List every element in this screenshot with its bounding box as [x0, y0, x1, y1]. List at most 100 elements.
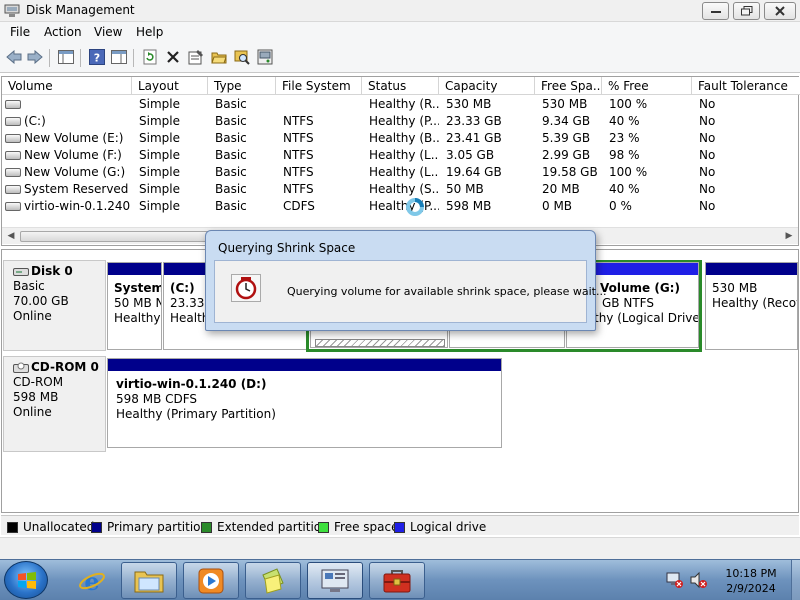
scroll-right-icon[interactable]: ▶: [783, 231, 795, 242]
disk-0-label[interactable]: Disk 0 Basic 70.00 GB Online: [3, 260, 106, 351]
volume-row[interactable]: Simple Basic Healthy (R... 530 MB 530 MB 100 …: [2, 96, 800, 113]
legend-label: Unallocated: [23, 520, 95, 534]
partition-system-reserved[interactable]: System 50 MB N Healthy: [107, 262, 162, 350]
menu-view[interactable]: View: [94, 25, 122, 39]
disk-type: Basic: [13, 279, 45, 293]
network-tray-icon[interactable]: [666, 571, 684, 589]
partition-status: Healthy (Primary Partition): [116, 407, 276, 421]
properties-button[interactable]: [187, 48, 205, 66]
cell-volume: (C:): [24, 114, 46, 128]
delete-x-icon: [167, 51, 179, 63]
sticky-notes-icon: [262, 567, 284, 594]
cdrom-0-label[interactable]: CD-ROM 0 CD-ROM 598 MB Online: [3, 356, 106, 452]
legend-swatch: [91, 521, 102, 533]
start-button[interactable]: [4, 561, 48, 599]
toolbar: ?: [0, 43, 800, 73]
menu-bar: File Action View Help: [0, 22, 800, 43]
taskbar-internet-explorer[interactable]: e: [64, 562, 120, 599]
querying-shrink-dialog: Querying Shrink Space Querying volume fo…: [205, 230, 606, 331]
volume-row[interactable]: New Volume (G:) Simple Basic NTFS Healthy (L…: [2, 164, 800, 181]
partition-status: Healthy: [114, 311, 161, 325]
cdrom-icon: [13, 362, 29, 373]
action-pane-icon: [111, 50, 127, 64]
cell-status: Healthy (L...: [369, 165, 439, 179]
system-clock[interactable]: 10:18 PM 2/9/2024: [716, 566, 786, 596]
cell-free-space: 9.34 GB: [542, 114, 591, 128]
column-header-fault-tolerance[interactable]: Fault Tolerance: [692, 77, 800, 95]
taskbar-explorer[interactable]: [121, 562, 177, 599]
taskbar-toolbox[interactable]: [369, 562, 425, 599]
toolbar-separator: [133, 49, 134, 67]
volume-row[interactable]: New Volume (E:) Simple Basic NTFS Healthy (B…: [2, 130, 800, 147]
cell-free-space: 0 MB: [542, 199, 573, 213]
column-header-type[interactable]: Type: [208, 77, 276, 95]
volume-row[interactable]: System Reserved Simple Basic NTFS Healthy (S…: [2, 181, 800, 198]
column-header-volume[interactable]: Volume: [2, 77, 132, 95]
show-hide-console-tree-button[interactable]: [57, 48, 75, 66]
cell-layout: Simple: [139, 97, 180, 111]
cell-layout: Simple: [139, 131, 180, 145]
taskbar-media-player[interactable]: [183, 562, 239, 599]
partition-label: virtio-win-0.1.240 (D:): [116, 377, 267, 391]
open-button[interactable]: [210, 48, 228, 66]
show-hide-action-pane-button[interactable]: [110, 48, 128, 66]
cell-capacity: 530 MB: [446, 97, 492, 111]
volume-muted-tray-icon[interactable]: [690, 571, 708, 589]
minimize-button[interactable]: [702, 2, 729, 20]
cell-fault-tolerance: No: [699, 165, 716, 179]
cell-free-space: 19.58 GB: [542, 165, 598, 179]
explore-button[interactable]: [233, 48, 251, 66]
cell-layout: Simple: [139, 199, 180, 213]
cell-type: Basic: [215, 97, 247, 111]
cell-free-space: 2.99 GB: [542, 148, 591, 162]
volume-row[interactable]: (C:) Simple Basic NTFS Healthy (P... 23.33 GB…: [2, 113, 800, 130]
delete-button[interactable]: [164, 48, 182, 66]
menu-help[interactable]: Help: [136, 25, 163, 39]
cell-volume: New Volume (F:): [24, 148, 122, 162]
title-bar: Disk Management: [0, 0, 800, 22]
volume-row[interactable]: New Volume (F:) Simple Basic NTFS Healthy (L…: [2, 147, 800, 164]
back-arrow-icon: [6, 50, 22, 64]
cell-type: Basic: [215, 131, 247, 145]
forward-button[interactable]: [26, 48, 44, 66]
partition-recovery[interactable]: 530 MB Healthy (Recov: [705, 262, 798, 350]
close-button[interactable]: [764, 2, 796, 20]
legend: Unallocated Primary partition Extended p…: [1, 515, 799, 535]
internet-explorer-icon: e: [79, 567, 105, 596]
column-header-percent-free[interactable]: % Free: [602, 77, 692, 95]
refresh-button[interactable]: [141, 48, 159, 66]
show-desktop-button[interactable]: [791, 560, 800, 600]
legend-label: Primary partition: [107, 520, 209, 534]
menu-file[interactable]: File: [10, 25, 30, 39]
partition-d-cdrom[interactable]: virtio-win-0.1.240 (D:) 598 MB CDFS Heal…: [107, 358, 502, 448]
legend-logical: Logical drive: [394, 520, 486, 534]
disk-properties-button[interactable]: [256, 48, 274, 66]
legend-unallocated: Unallocated: [7, 520, 94, 534]
taskbar-computer-management[interactable]: [307, 562, 363, 599]
cell-percent-free: 40 %: [609, 182, 640, 196]
partition-size: 530 MB: [712, 281, 758, 295]
back-button[interactable]: [5, 48, 23, 66]
disk-state: Online: [13, 405, 52, 419]
help-button[interactable]: ?: [88, 48, 106, 66]
scroll-left-icon[interactable]: ◀: [5, 231, 17, 242]
menu-action[interactable]: Action: [44, 25, 82, 39]
cell-fault-tolerance: No: [699, 182, 716, 196]
disk-size: 598 MB: [13, 390, 59, 404]
cell-percent-free: 23 %: [609, 131, 640, 145]
column-header-capacity[interactable]: Capacity: [439, 77, 535, 95]
column-header-status[interactable]: Status: [362, 77, 439, 95]
column-header-layout[interactable]: Layout: [132, 77, 208, 95]
hard-disk-icon: [13, 267, 29, 276]
taskbar-sticky-notes[interactable]: [245, 562, 301, 599]
restore-button[interactable]: [733, 2, 760, 20]
cell-status: Healthy (P...: [369, 114, 439, 128]
disk-name: Disk 0: [31, 264, 73, 278]
volume-row[interactable]: virtio-win-0.1.240 ... Simple Basic CDFS Hea…: [2, 198, 800, 215]
cell-status: Healthy (B...: [369, 131, 439, 145]
disk-type: CD-ROM: [13, 375, 64, 389]
dialog-message: Querying volume for available shrink spa…: [287, 285, 607, 298]
column-header-file-system[interactable]: File System: [276, 77, 362, 95]
cell-file-system: NTFS: [283, 182, 314, 196]
column-header-free-space[interactable]: Free Spa...: [535, 77, 602, 95]
